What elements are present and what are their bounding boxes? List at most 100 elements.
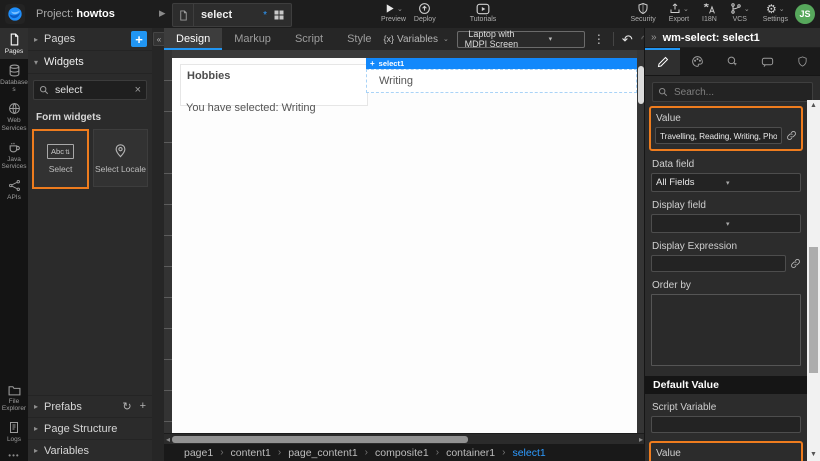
gear-icon: ⚙ [766,3,777,15]
label-widget-hobbies[interactable]: Hobbies [180,64,368,106]
breadcrumb-item-container1[interactable]: container1 [446,447,505,459]
properties-panel-header: » wm-select: select1 [645,28,820,48]
breadcrumb-item-select1[interactable]: select1 [512,447,545,459]
open-page-tab[interactable]: select * [172,3,292,27]
rail-more-button[interactable]: ••• [0,451,28,460]
left-panel: ▸ Pages + ▾ Widgets × Form widgets Abc⇅ … [28,28,153,461]
scroll-left-icon[interactable]: ◂ [166,435,170,444]
canvas-frame: Hobbies + select1 Writing You have selec… [164,50,645,433]
tab-style[interactable]: Style [335,28,383,50]
rail-item-logs[interactable]: Logs [0,416,28,447]
caret-down-icon: ⌄ [683,5,689,13]
add-page-button[interactable]: + [131,31,147,47]
select-widget[interactable]: + select1 Writing [366,58,637,93]
user-avatar[interactable]: JS [795,4,815,24]
chevron-right-icon: ▸ [34,402,44,411]
export-button[interactable]: ⌄ Export [669,2,689,23]
database-icon [8,64,21,77]
widgets-section-header[interactable]: ▾ Widgets [28,51,152,74]
security-button[interactable]: Security [631,2,656,23]
properties-search-input[interactable] [672,86,807,99]
variables-dropdown[interactable]: {x} Variables ⌄ [384,34,449,45]
coffee-icon [8,141,21,154]
widget-name-tag: select1 [379,60,404,68]
chat-bubble-icon [761,56,774,68]
chevron-right-icon: ▸ [34,424,44,433]
clear-search-icon[interactable]: × [135,84,141,96]
value-input[interactable] [655,127,782,144]
scroll-right-icon[interactable]: ▸ [639,435,643,444]
properties-scroll-thumb[interactable] [809,247,818,373]
rail-item-databases[interactable]: Databases [0,59,28,97]
rail-item-web-services[interactable]: Web Services [0,97,28,135]
caret-down-icon: ⌄ [443,35,449,43]
refresh-icon[interactable]: ↻ [122,400,131,413]
tutorials-button[interactable]: Tutorials [470,2,497,23]
design-canvas[interactable]: Hobbies + select1 Writing You have selec… [172,58,637,433]
tab-markup[interactable]: Markup [222,28,283,50]
display-field-dropdown[interactable]: ▾ [651,214,801,233]
drag-handle-icon[interactable]: + [370,60,375,68]
default-value-label: Value [656,448,796,459]
display-expression-input[interactable] [651,255,786,272]
properties-search-box [652,82,813,102]
tab-styles[interactable] [680,48,715,75]
grid-view-icon[interactable] [267,9,291,21]
i18n-button[interactable]: I18N [702,2,717,23]
breadcrumb-item-page-content1[interactable]: page_content1 [288,447,368,459]
add-prefab-icon[interactable]: + [140,400,146,413]
expand-panel-icon[interactable]: » [651,32,657,43]
panel-title: wm-select: select1 [663,32,760,44]
horizontal-scroll-thumb[interactable] [172,436,468,443]
project-label: Project: howtos [36,8,115,20]
rail-item-file-explorer[interactable]: File Explorer [0,379,28,416]
wavemaker-logo-icon[interactable] [5,4,25,24]
device-selector[interactable]: Laptop with MDPI Screen ▾ [457,31,585,48]
rail-item-apis[interactable]: APIs [0,174,28,205]
bind-link-icon[interactable] [786,130,797,141]
pages-section-header[interactable]: ▸ Pages + [28,28,152,51]
page-structure-section-header[interactable]: ▸ Page Structure [28,417,152,439]
rail-item-pages[interactable]: Pages [0,28,28,59]
breadcrumb-item-page1[interactable]: page1 [184,447,224,459]
chevron-right-icon: ▸ [34,35,44,44]
order-by-box[interactable] [651,294,801,366]
widget-search-input[interactable] [53,83,131,97]
tab-security[interactable] [785,48,820,75]
magnifier-cursor-icon [726,55,739,68]
tab-properties[interactable] [645,48,680,75]
widget-tile-select-locale[interactable]: Select Locale [93,129,148,187]
deploy-button[interactable]: Deploy [414,2,436,23]
properties-scrollbar[interactable]: ▲ ▼ [807,100,820,461]
data-field-dropdown[interactable]: All Fields ▾ [651,173,801,192]
tab-messages[interactable] [750,48,785,75]
breadcrumb-item-composite1[interactable]: composite1 [375,447,439,459]
prefabs-section-header[interactable]: ▸ Prefabs ↻+ [28,395,152,417]
variables-section-header[interactable]: ▸ Variables [28,439,152,461]
script-variable-input[interactable] [651,416,801,433]
tab-script[interactable]: Script [283,28,335,50]
breadcrumb-item-content1[interactable]: content1 [231,447,282,459]
widget-selection-bar[interactable]: + select1 [366,58,637,69]
rail-item-java-services[interactable]: Java Services [0,136,28,174]
data-field-label: Data field [652,159,800,170]
properties-panel-tabs [645,48,820,76]
canvas-toolbar-right: {x} Variables ⌄ Laptop with MDPI Screen … [384,28,677,50]
vcs-button[interactable]: ⌄ VCS [730,2,750,23]
shield-icon [797,55,808,68]
scroll-down-icon[interactable]: ▼ [807,449,820,461]
widget-tile-select[interactable]: Abc⇅ Select [32,129,89,189]
default-value-property-group: Value [649,441,803,461]
settings-button[interactable]: ⚙⌄ Settings [763,2,788,23]
scroll-up-icon[interactable]: ▲ [807,100,820,112]
bind-link-icon[interactable] [790,258,801,269]
tab-design[interactable]: Design [164,28,222,50]
select-input[interactable]: Writing [366,69,637,93]
caret-down-icon: ⌄ [744,5,750,13]
kebab-menu-icon[interactable]: ⋮ [593,32,605,46]
undo-icon[interactable]: ↶ [622,33,633,46]
log-file-icon [8,421,20,434]
preview-button[interactable]: ⌄ Preview [381,2,406,23]
result-label-widget[interactable]: You have selected: Writing [186,102,316,114]
tab-events[interactable] [715,48,750,75]
